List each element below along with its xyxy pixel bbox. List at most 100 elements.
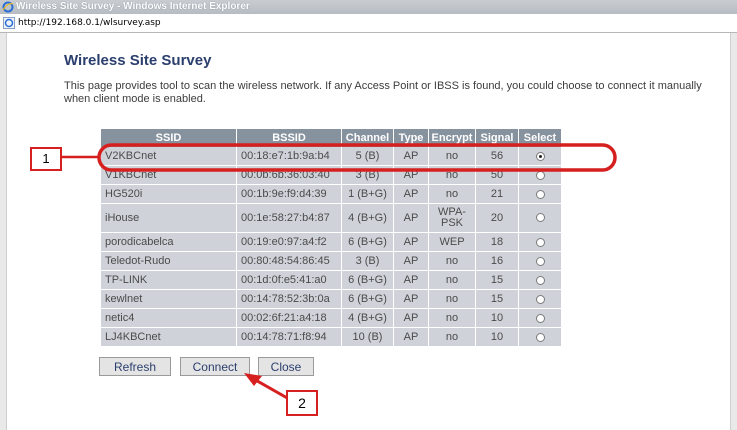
signal-cell: 10 [475, 308, 519, 328]
encrypt-cell: no [428, 327, 476, 347]
bssid-cell: 00:80:48:54:86:45 [236, 251, 342, 271]
encrypt-cell: no [428, 184, 476, 204]
table-row[interactable]: V1KBCnet 00:0b:6b:36:03:40 3 (B) AP no 5… [101, 165, 562, 185]
type-cell: AP [393, 251, 429, 271]
select-cell [518, 270, 562, 290]
channel-cell: 6 (B+G) [341, 232, 394, 252]
address-bar[interactable]: http://192.168.0.1/wlsurvey.asp [0, 14, 737, 33]
bssid-cell: 00:14:78:52:3b:0a [236, 289, 342, 309]
encrypt-cell: no [428, 251, 476, 271]
ssid-cell: TP-LINK [101, 270, 237, 290]
channel-cell: 3 (B) [341, 165, 394, 185]
callout-2-label: 2 [286, 390, 318, 416]
table-row[interactable]: HG520i 00:1b:9e:f9:d4:39 1 (B+G) AP no 2… [101, 184, 562, 204]
page-description: This page provides tool to scan the wire… [64, 80, 702, 105]
callout-2-arrow-shaft [251, 376, 290, 401]
column-header-signal: Signal [475, 129, 519, 147]
encrypt-cell: no [428, 289, 476, 309]
window-titlebar: Wireless Site Survey - Windows Internet … [0, 0, 737, 14]
ssid-cell: netic4 [101, 308, 237, 328]
select-radio[interactable] [535, 237, 545, 247]
page-ie-icon [3, 17, 15, 29]
close-button[interactable]: Close [258, 357, 314, 376]
select-cell [518, 184, 562, 204]
select-radio[interactable] [535, 170, 545, 180]
signal-cell: 20 [475, 203, 519, 233]
refresh-button[interactable]: Refresh [99, 357, 171, 376]
bssid-cell: 00:14:78:71:f8:94 [236, 327, 342, 347]
type-cell: AP [393, 308, 429, 328]
bssid-cell: 00:02:6f:21:a4:18 [236, 308, 342, 328]
select-radio[interactable] [535, 332, 545, 342]
table-row[interactable]: netic4 00:02:6f:21:a4:18 4 (B+G) AP no 1… [101, 308, 562, 328]
table-row[interactable]: TP-LINK 00:1d:0f:e5:41:a0 6 (B+G) AP no … [101, 270, 562, 290]
site-survey-table: SSID BSSID Channel Type Encrypt Signal S… [101, 129, 562, 347]
select-radio[interactable] [535, 151, 545, 161]
select-cell [518, 147, 562, 166]
ssid-cell: V2KBCnet [101, 147, 237, 166]
signal-cell: 16 [475, 251, 519, 271]
signal-cell: 18 [475, 232, 519, 252]
select-radio[interactable] [535, 294, 545, 304]
window-left-edge [0, 33, 7, 430]
select-cell [518, 251, 562, 271]
select-radio[interactable] [535, 189, 545, 199]
column-header-bssid: BSSID [236, 129, 342, 147]
bssid-cell: 00:19:e0:97:a4:f2 [236, 232, 342, 252]
url-text[interactable]: http://192.168.0.1/wlsurvey.asp [18, 14, 161, 32]
channel-cell: 1 (B+G) [341, 184, 394, 204]
table-row[interactable]: kewlnet 00:14:78:52:3b:0a 6 (B+G) AP no … [101, 289, 562, 309]
column-header-select: Select [518, 129, 562, 147]
column-header-type: Type [393, 129, 429, 147]
connect-button[interactable]: Connect [180, 357, 250, 376]
channel-cell: 4 (B+G) [341, 203, 394, 233]
bssid-cell: 00:1b:9e:f9:d4:39 [236, 184, 342, 204]
bssid-cell: 00:1e:58:27:b4:87 [236, 203, 342, 233]
channel-cell: 3 (B) [341, 251, 394, 271]
select-cell [518, 232, 562, 252]
signal-cell: 15 [475, 270, 519, 290]
window-title: Wireless Site Survey - Windows Internet … [16, 1, 250, 12]
type-cell: AP [393, 270, 429, 290]
ssid-cell: V1KBCnet [101, 165, 237, 185]
ssid-cell: iHouse [101, 203, 237, 233]
table-row[interactable]: Teledot-Rudo 00:80:48:54:86:45 3 (B) AP … [101, 251, 562, 271]
table-row[interactable]: porodicabelca 00:19:e0:97:a4:f2 6 (B+G) … [101, 232, 562, 252]
type-cell: AP [393, 327, 429, 347]
bssid-cell: 00:0b:6b:36:03:40 [236, 165, 342, 185]
type-cell: AP [393, 165, 429, 185]
ie-icon [2, 1, 14, 13]
select-radio[interactable] [535, 275, 545, 285]
select-radio[interactable] [535, 213, 545, 223]
encrypt-cell: no [428, 165, 476, 185]
table-row[interactable]: V2KBCnet 00:18:e7:1b:9a:b4 5 (B) AP no 5… [101, 147, 562, 166]
channel-cell: 10 (B) [341, 327, 394, 347]
select-radio[interactable] [535, 256, 545, 266]
type-cell: AP [393, 184, 429, 204]
column-header-encrypt: Encrypt [428, 129, 476, 147]
type-cell: AP [393, 289, 429, 309]
ssid-cell: porodicabelca [101, 232, 237, 252]
select-radio[interactable] [535, 313, 545, 323]
column-header-ssid: SSID [101, 129, 237, 147]
ssid-cell: LJ4KBCnet [101, 327, 237, 347]
signal-cell: 50 [475, 165, 519, 185]
callout-1-label: 1 [30, 147, 62, 171]
signal-cell: 56 [475, 147, 519, 166]
channel-cell: 5 (B) [341, 147, 394, 166]
table-row[interactable]: LJ4KBCnet 00:14:78:71:f8:94 10 (B) AP no… [101, 327, 562, 347]
encrypt-cell: WPA-PSK [428, 203, 476, 233]
select-cell [518, 289, 562, 309]
encrypt-cell: no [428, 147, 476, 166]
type-cell: AP [393, 232, 429, 252]
signal-cell: 15 [475, 289, 519, 309]
encrypt-cell: no [428, 308, 476, 328]
bssid-cell: 00:1d:0f:e5:41:a0 [236, 270, 342, 290]
page-title: Wireless Site Survey [64, 52, 212, 69]
table-row[interactable]: iHouse 00:1e:58:27:b4:87 4 (B+G) AP WPA-… [101, 203, 562, 233]
column-header-channel: Channel [341, 129, 394, 147]
ssid-cell: kewlnet [101, 289, 237, 309]
encrypt-cell: no [428, 270, 476, 290]
window-right-edge [730, 33, 737, 430]
signal-cell: 10 [475, 327, 519, 347]
